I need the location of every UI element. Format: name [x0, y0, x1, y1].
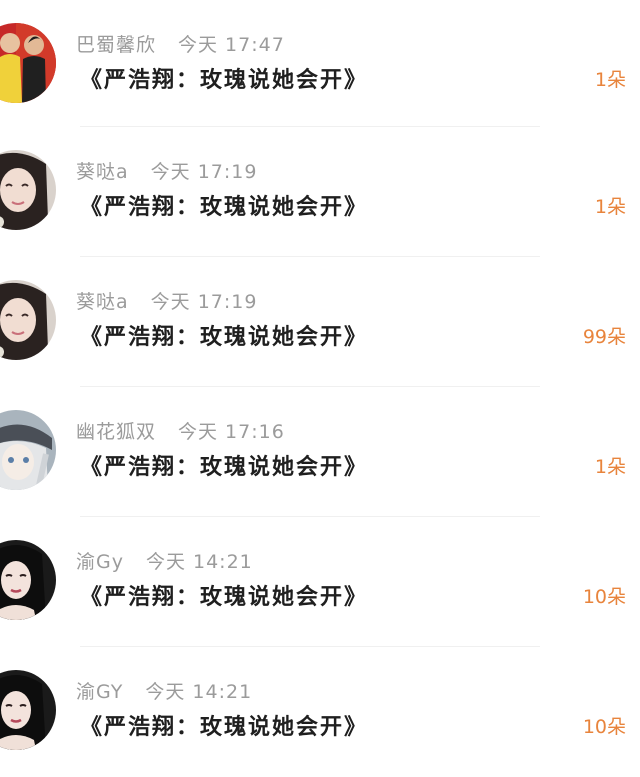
avatar[interactable]: [0, 540, 56, 620]
username[interactable]: 葵哒a: [76, 161, 129, 183]
timestamp: 今天 17:19: [150, 161, 258, 183]
item-meta: 幽花狐双 今天 17:16: [76, 417, 285, 444]
timestamp: 今天 14:21: [145, 681, 253, 703]
list-item[interactable]: 渝Gy 今天 14:21 《严浩翔：玫瑰说她会开》 10朵: [0, 517, 640, 647]
username[interactable]: 巴蜀馨欣: [76, 34, 156, 56]
item-meta: 渝GY 今天 14:21: [76, 677, 252, 704]
gift-list: 巴蜀馨欣 今天 17:47 《严浩翔：玫瑰说她会开》 1朵 葵哒a 今天 17:19…: [0, 0, 640, 771]
timestamp: 今天 17:16: [178, 421, 285, 443]
list-item[interactable]: 葵哒a 今天 17:19 《严浩翔：玫瑰说她会开》 1朵: [0, 127, 640, 257]
avatar-image: [0, 150, 56, 230]
item-meta: 葵哒a 今天 17:19: [76, 157, 257, 184]
work-title[interactable]: 《严浩翔：玫瑰说她会开》: [80, 449, 368, 481]
gift-count: 1朵: [594, 456, 626, 478]
gift-count: 1朵: [594, 69, 626, 91]
username[interactable]: 幽花狐双: [76, 421, 156, 443]
item-meta: 渝Gy 今天 14:21: [76, 547, 253, 574]
avatar[interactable]: [0, 150, 56, 230]
gift-count: 99朵: [582, 326, 626, 348]
timestamp: 今天 17:19: [150, 291, 258, 313]
list-item[interactable]: 渝GY 今天 14:21 《严浩翔：玫瑰说她会开》 10朵: [0, 647, 640, 777]
work-title[interactable]: 《严浩翔：玫瑰说她会开》: [80, 189, 368, 221]
avatar-image: [0, 670, 56, 750]
avatar[interactable]: [0, 670, 56, 750]
username[interactable]: 葵哒a: [76, 291, 129, 313]
avatar-image: [0, 410, 56, 490]
avatar[interactable]: [0, 280, 56, 360]
work-title[interactable]: 《严浩翔：玫瑰说她会开》: [80, 709, 368, 741]
avatar[interactable]: [0, 410, 56, 490]
username[interactable]: 渝GY: [76, 681, 123, 703]
list-item[interactable]: 巴蜀馨欣 今天 17:47 《严浩翔：玫瑰说她会开》 1朵: [0, 0, 640, 127]
avatar-image: [0, 540, 56, 620]
work-title[interactable]: 《严浩翔：玫瑰说她会开》: [80, 319, 368, 351]
username[interactable]: 渝Gy: [76, 551, 124, 573]
item-meta: 巴蜀馨欣 今天 17:47: [76, 30, 285, 57]
timestamp: 今天 14:21: [145, 551, 253, 573]
item-meta: 葵哒a 今天 17:19: [76, 287, 257, 314]
gift-count: 1朵: [594, 196, 626, 218]
avatar[interactable]: [0, 23, 56, 103]
work-title[interactable]: 《严浩翔：玫瑰说她会开》: [80, 62, 368, 94]
avatar-image: [0, 280, 56, 360]
timestamp: 今天 17:47: [178, 34, 285, 56]
list-item[interactable]: 葵哒a 今天 17:19 《严浩翔：玫瑰说她会开》 99朵: [0, 257, 640, 387]
gift-count: 10朵: [582, 586, 626, 608]
work-title[interactable]: 《严浩翔：玫瑰说她会开》: [80, 579, 368, 611]
list-item[interactable]: 幽花狐双 今天 17:16 《严浩翔：玫瑰说她会开》 1朵: [0, 387, 640, 517]
avatar-image: [0, 23, 56, 103]
gift-count: 10朵: [582, 716, 626, 738]
